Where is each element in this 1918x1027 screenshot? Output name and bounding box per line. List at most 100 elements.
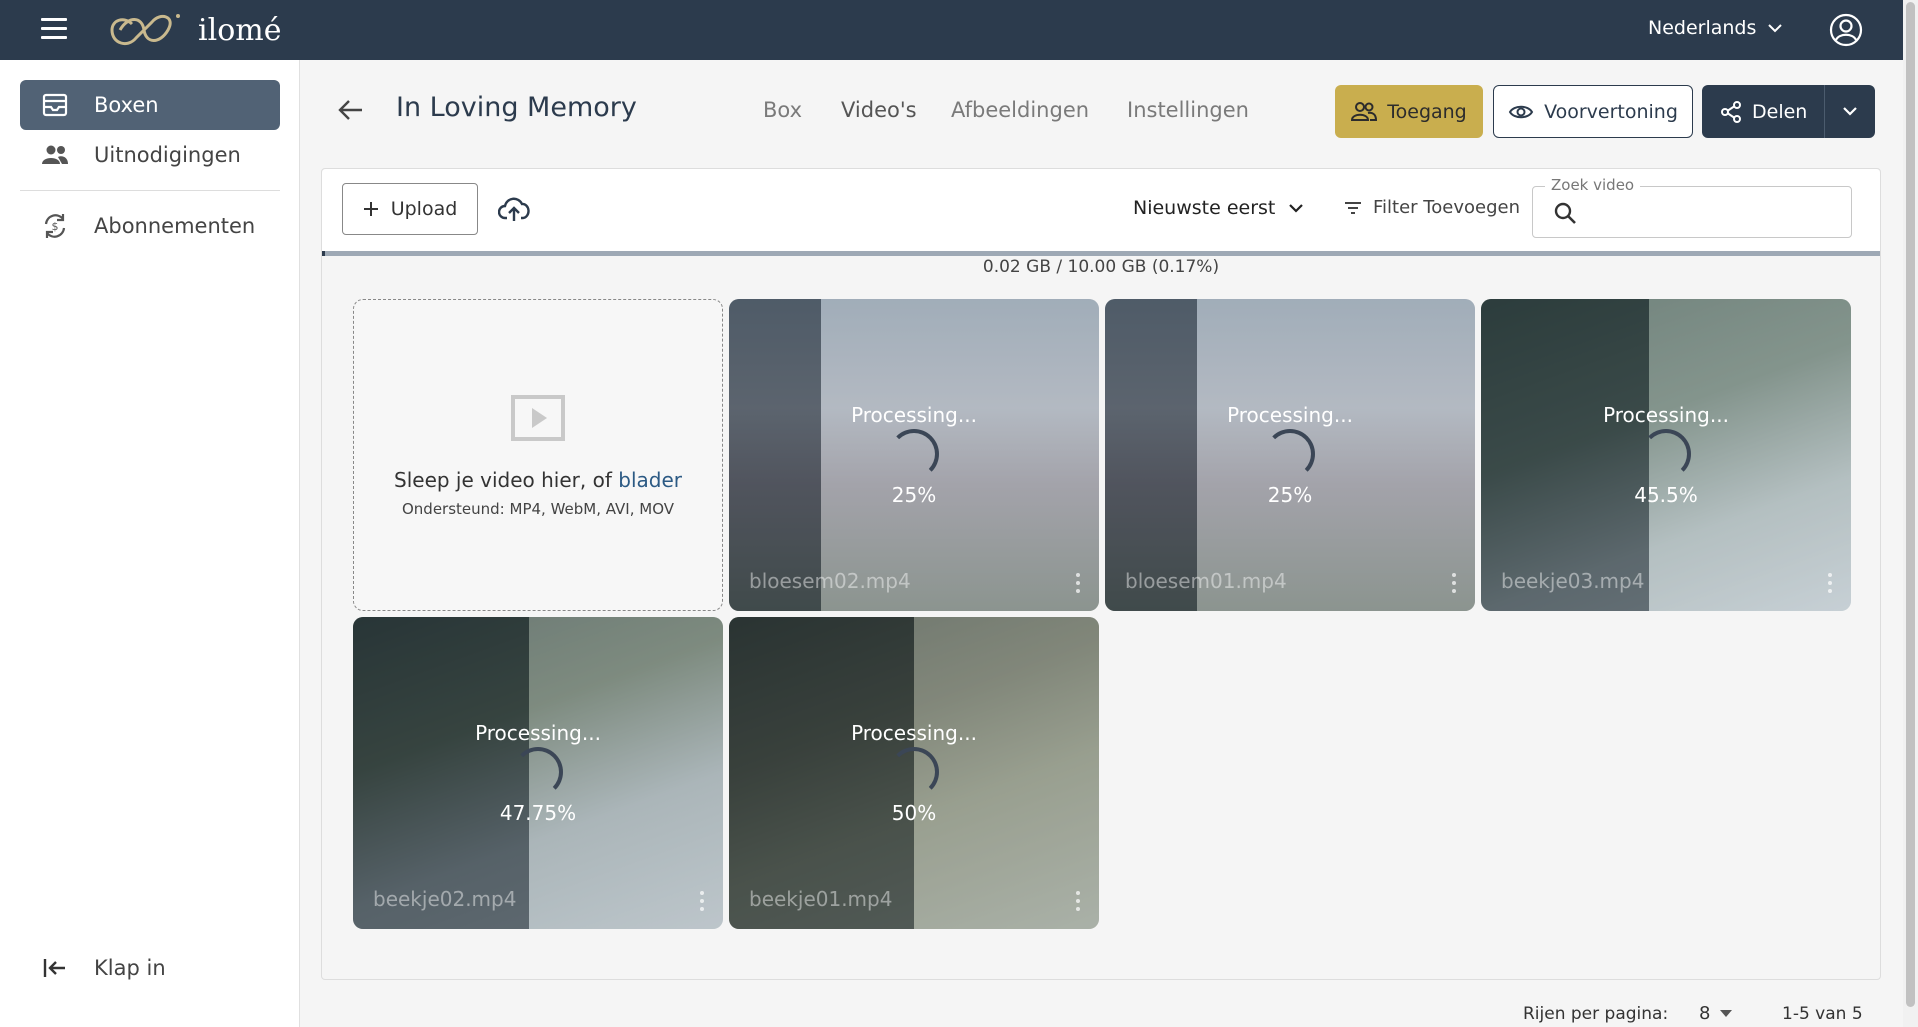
sidebar-item-uitnodigingen[interactable]: Uitnodigingen — [20, 130, 280, 180]
more-options-icon[interactable] — [1451, 573, 1457, 595]
videos-toolbar: Upload Nieuwste eerst Filter Toevoegen Z… — [322, 169, 1880, 251]
pagination-range: 1-5 van 5 — [1782, 1004, 1863, 1024]
filter-label: Filter Toevoegen — [1373, 197, 1520, 218]
video-filename: bloesem01.mp4 — [1125, 569, 1287, 593]
share-icon — [1721, 100, 1741, 123]
video-filename: beekje01.mp4 — [749, 887, 893, 911]
video-card[interactable]: Processing... 50% beekje01.mp4 — [729, 617, 1099, 929]
sidebar-divider — [20, 190, 280, 191]
sort-label: Nieuwste eerst — [1133, 197, 1276, 219]
sidebar: Boxen Uitnodigingen $ Abonnementen Klap … — [0, 60, 300, 1027]
sidebar-item-label: Uitnodigingen — [94, 143, 241, 167]
tab-videos[interactable]: Video's — [841, 98, 917, 122]
plus-icon — [363, 202, 378, 216]
video-dropzone[interactable]: Sleep je video hier, of blader Ondersteu… — [353, 299, 723, 611]
upload-label: Upload — [390, 198, 458, 220]
loading-spinner-icon — [889, 747, 939, 797]
search-video-field[interactable]: Zoek video — [1532, 176, 1852, 238]
thumbnail-overlay — [1197, 299, 1475, 611]
search-icon — [1554, 202, 1576, 224]
add-filter-button[interactable]: Filter Toevoegen — [1343, 197, 1520, 218]
collapse-icon — [40, 953, 70, 983]
thumbnail-overlay — [729, 617, 914, 929]
chevron-down-icon[interactable] — [1841, 102, 1859, 120]
account-icon[interactable] — [1828, 12, 1864, 48]
hamburger-menu-icon[interactable] — [41, 18, 67, 42]
chevron-down-icon — [1768, 24, 1783, 33]
brand-logo[interactable]: ilomé — [98, 8, 281, 52]
collapse-sidebar-button[interactable]: Klap in — [20, 943, 280, 993]
thumbnail-overlay — [729, 299, 821, 611]
tab-box[interactable]: Box — [763, 98, 802, 122]
processing-status: Processing... — [1227, 403, 1353, 427]
infinity-logo-icon — [110, 14, 180, 46]
tab-afbeeldingen[interactable]: Afbeeldingen — [951, 98, 1089, 122]
filter-icon — [1345, 201, 1361, 214]
split-divider — [1824, 85, 1825, 138]
upload-button[interactable]: Upload — [342, 183, 478, 235]
processing-percentage: 25% — [891, 483, 937, 507]
sidebar-item-label: Boxen — [94, 93, 159, 117]
processing-status: Processing... — [475, 721, 601, 745]
share-label: Delen — [1752, 100, 1808, 123]
svg-text:$: $ — [52, 220, 59, 233]
share-button[interactable]: Delen — [1702, 85, 1875, 138]
video-card[interactable]: Processing... 25% bloesem01.mp4 — [1105, 299, 1475, 611]
browse-link[interactable]: blader — [618, 468, 682, 492]
video-card[interactable]: Processing... 45.5% beekje03.mp4 — [1481, 299, 1851, 611]
storage-usage-text: 0.02 GB / 10.00 GB (0.17%) — [982, 257, 1220, 277]
dropzone-text: Sleep je video hier, of blader — [354, 468, 722, 492]
preview-button[interactable]: Voorvertoning — [1493, 85, 1693, 138]
thumbnail-overlay — [353, 617, 529, 929]
page-scrollbar[interactable] — [1903, 0, 1918, 1027]
video-filename: beekje02.mp4 — [373, 887, 517, 911]
more-options-icon[interactable] — [699, 891, 705, 913]
language-label: Nederlands — [1648, 17, 1757, 39]
more-options-icon[interactable] — [1827, 573, 1833, 595]
back-arrow-icon[interactable] — [336, 95, 366, 125]
video-filename: bloesem02.mp4 — [749, 569, 911, 593]
thumbnail-overlay — [914, 617, 1099, 929]
preview-label: Voorvertoning — [1544, 100, 1678, 123]
sidebar-item-abonnementen[interactable]: $ Abonnementen — [20, 201, 280, 251]
cloud-upload-icon[interactable] — [498, 193, 530, 225]
video-card[interactable]: Processing... 47.75% beekje02.mp4 — [353, 617, 723, 929]
processing-percentage: 45.5% — [1634, 483, 1698, 507]
sort-select[interactable]: Nieuwste eerst — [1133, 197, 1304, 219]
rows-per-page-label: Rijen per pagina: — [1523, 1004, 1669, 1024]
processing-percentage: 50% — [891, 801, 937, 825]
more-options-icon[interactable] — [1075, 573, 1081, 595]
supported-formats: Ondersteund: MP4, WebM, AVI, MOV — [401, 500, 675, 518]
storage-progress-bar — [322, 251, 1880, 256]
processing-percentage: 47.75% — [499, 801, 577, 825]
more-options-icon[interactable] — [1075, 891, 1081, 913]
access-button[interactable]: Toegang — [1335, 85, 1483, 138]
loading-spinner-icon — [1265, 429, 1315, 479]
storage-progress-fill — [322, 251, 325, 256]
video-card[interactable]: Processing... 25% bloesem02.mp4 — [729, 299, 1099, 611]
tab-instellingen[interactable]: Instellingen — [1127, 98, 1249, 122]
video-filename: beekje03.mp4 — [1501, 569, 1645, 593]
eye-icon — [1508, 105, 1534, 118]
language-select[interactable]: Nederlands — [1648, 17, 1783, 39]
dropzone-instruction: Sleep je video hier, of — [394, 468, 619, 492]
rows-per-page-select[interactable]: 8 — [1699, 1003, 1733, 1024]
top-app-bar: ilomé Nederlands — [0, 0, 1918, 60]
caret-down-icon — [1720, 1009, 1733, 1017]
processing-status: Processing... — [1603, 403, 1729, 427]
sidebar-item-boxen[interactable]: Boxen — [20, 80, 280, 130]
processing-status: Processing... — [851, 721, 977, 745]
video-placeholder-icon — [511, 395, 565, 441]
thumbnail-overlay — [1481, 299, 1649, 611]
rows-per-page-value: 8 — [1699, 1003, 1711, 1024]
chevron-down-icon — [1289, 204, 1304, 213]
scrollbar-thumb[interactable] — [1906, 2, 1915, 1007]
page-title: In Loving Memory — [396, 92, 637, 123]
processing-status: Processing... — [851, 403, 977, 427]
loading-spinner-icon — [1641, 429, 1691, 479]
thumbnail-overlay — [1105, 299, 1197, 611]
videos-panel: Upload Nieuwste eerst Filter Toevoegen Z… — [321, 168, 1881, 980]
processing-percentage: 25% — [1267, 483, 1313, 507]
access-label: Toegang — [1387, 100, 1467, 123]
people-icon — [40, 140, 70, 170]
